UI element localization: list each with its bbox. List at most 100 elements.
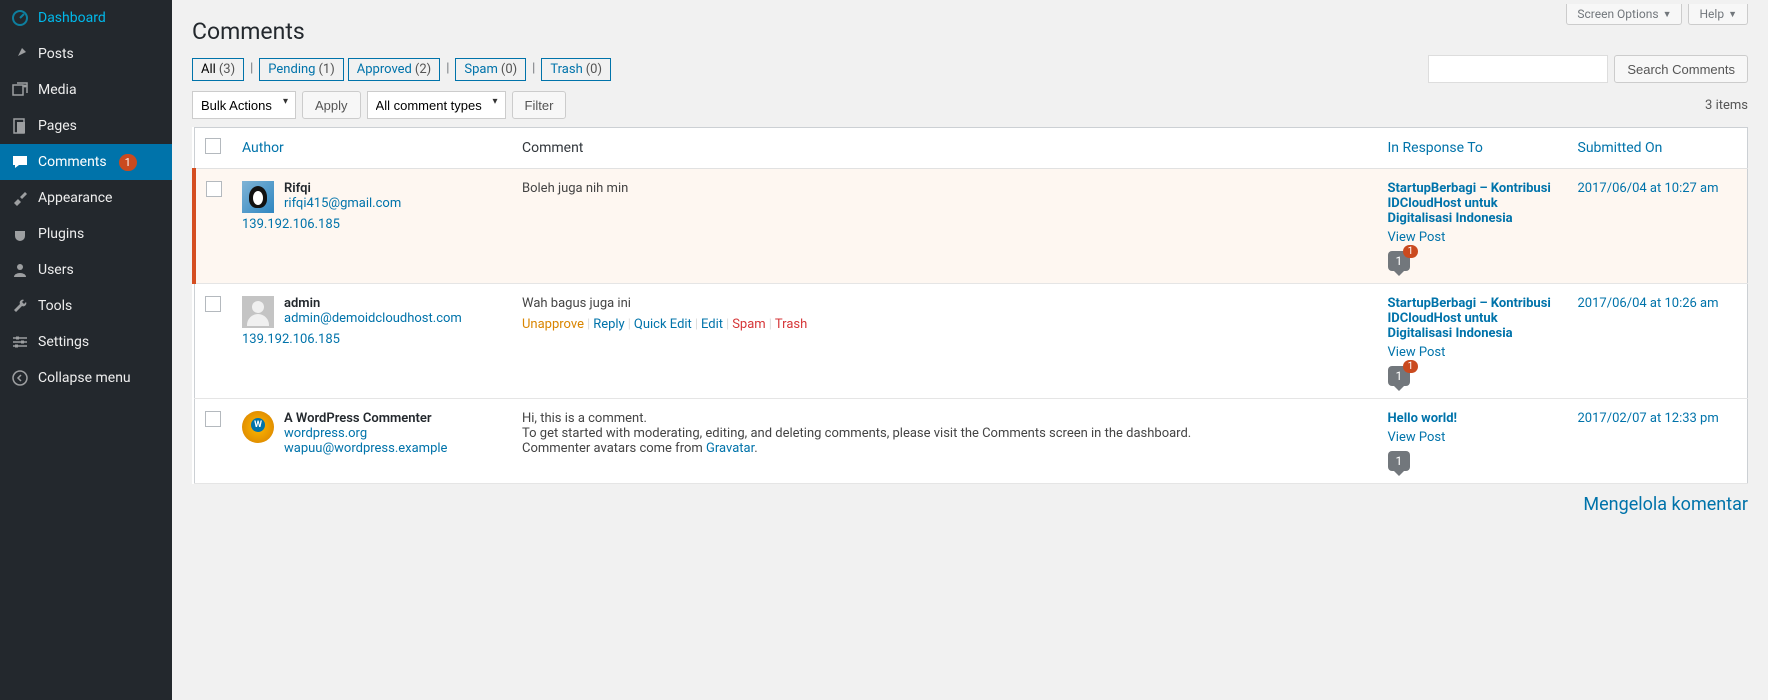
post-title-link[interactable]: StartupBerbagi – Kontribusi IDCloudHost … [1388, 181, 1551, 226]
sidebar-item-posts[interactable]: Posts [0, 36, 172, 72]
manage-comments-link[interactable]: Mengelola komentar [1583, 494, 1748, 515]
col-response[interactable]: In Response To [1388, 140, 1483, 156]
sidebar-item-label: Users [38, 262, 74, 278]
filter-count: (2) [415, 62, 431, 77]
filter-spam[interactable]: Spam (0) [455, 58, 526, 81]
avatar [242, 411, 274, 443]
chevron-down-icon: ▼ [1728, 9, 1737, 20]
dashboard-icon [10, 8, 30, 28]
row-checkbox[interactable] [205, 411, 221, 427]
submitted-date[interactable]: 2017/02/07 at 12:33 pm [1578, 411, 1719, 426]
author-url[interactable]: wordpress.org [284, 426, 447, 441]
gravatar-link[interactable]: Gravatar [706, 441, 754, 456]
bulk-actions-select[interactable]: Bulk Actions [192, 91, 296, 119]
apply-button[interactable]: Apply [302, 91, 361, 119]
status-filter: All (3) | Pending (1) Approved (2) | Spa… [192, 58, 611, 81]
sidebar-item-label: Posts [38, 46, 74, 62]
pending-count-badge: 1 [1403, 360, 1419, 373]
author-email[interactable]: admin@demoidcloudhost.com [284, 311, 462, 326]
post-title-link[interactable]: StartupBerbagi – Kontribusi IDCloudHost … [1388, 296, 1551, 341]
action-edit[interactable]: Edit [701, 317, 723, 332]
sidebar-item-plugins[interactable]: Plugins [0, 216, 172, 252]
author-name: A WordPress Commenter [284, 411, 432, 426]
sidebar-item-label: Settings [38, 334, 89, 350]
submitted-date[interactable]: 2017/06/04 at 10:26 am [1578, 296, 1719, 311]
help-tab[interactable]: Help ▼ [1688, 4, 1748, 25]
pin-icon [10, 44, 30, 64]
filter-pending[interactable]: Pending (1) [259, 58, 343, 81]
comment-count-bubble[interactable]: 11 [1388, 366, 1411, 386]
sidebar-item-dashboard[interactable]: Dashboard [0, 0, 172, 36]
submitted-date[interactable]: 2017/06/04 at 10:27 am [1578, 181, 1719, 196]
filter-label: Spam [464, 62, 498, 77]
plug-icon [10, 224, 30, 244]
brush-icon [10, 188, 30, 208]
col-comment: Comment [522, 140, 583, 156]
table-row: adminadmin@demoidcloudhost.com 139.192.10… [194, 284, 1748, 399]
sliders-icon [10, 332, 30, 352]
media-icon [10, 80, 30, 100]
row-checkbox[interactable] [206, 181, 222, 197]
comment-count-bubble[interactable]: 1 [1388, 451, 1411, 471]
avatar [242, 296, 274, 328]
table-row: A WordPress Commenterwordpress.orgwapuu@… [194, 399, 1748, 484]
author-ip[interactable]: 139.192.106.185 [242, 332, 502, 347]
admin-sidebar: Dashboard Posts Media Pages Comments 1 A… [0, 0, 172, 700]
sidebar-item-collapse[interactable]: Collapse menu [0, 360, 172, 396]
pages-icon [10, 116, 30, 136]
sidebar-item-settings[interactable]: Settings [0, 324, 172, 360]
sidebar-item-label: Collapse menu [38, 370, 131, 386]
author-email[interactable]: rifqi415@gmail.com [284, 196, 401, 211]
screen-options-tab[interactable]: Screen Options ▼ [1566, 4, 1682, 25]
search-input[interactable] [1428, 55, 1608, 83]
sidebar-item-media[interactable]: Media [0, 72, 172, 108]
action-spam[interactable]: Spam [732, 317, 766, 332]
author-ip[interactable]: 139.192.106.185 [242, 217, 502, 232]
filter-approved[interactable]: Approved (2) [348, 58, 440, 81]
view-post-link[interactable]: View Post [1388, 230, 1558, 245]
author-name: admin [284, 296, 320, 311]
author-email[interactable]: wapuu@wordpress.example [284, 441, 447, 456]
tab-label: Screen Options [1577, 7, 1658, 21]
view-post-link[interactable]: View Post [1388, 345, 1558, 360]
filter-count: (1) [318, 62, 334, 77]
view-post-link[interactable]: View Post [1388, 430, 1558, 445]
col-submitted[interactable]: Submitted On [1578, 140, 1663, 156]
comment-text: Hi, this is a comment.To get started wit… [522, 411, 1368, 456]
sidebar-item-comments[interactable]: Comments 1 [0, 144, 172, 180]
select-all-checkbox[interactable] [205, 138, 221, 154]
wrench-icon [10, 296, 30, 316]
action-unapprove[interactable]: Unapprove [522, 317, 584, 332]
action-reply[interactable]: Reply [593, 317, 625, 332]
action-trash[interactable]: Trash [775, 317, 807, 332]
filter-all[interactable]: All (3) [192, 58, 244, 81]
sidebar-item-label: Media [38, 82, 77, 98]
sidebar-item-users[interactable]: Users [0, 252, 172, 288]
comment-type-select[interactable]: All comment types [367, 91, 506, 119]
main-content: Screen Options ▼ Help ▼ Comments All (3)… [172, 0, 1768, 700]
filter-label: Pending [268, 62, 315, 77]
sidebar-item-label: Comments [38, 154, 107, 170]
pending-count-badge: 1 [1403, 245, 1419, 258]
sidebar-item-label: Plugins [38, 226, 84, 242]
page-title: Comments [192, 18, 1748, 45]
search-button[interactable]: Search Comments [1614, 55, 1748, 83]
comment-count-bubble[interactable]: 11 [1388, 251, 1411, 271]
sidebar-item-tools[interactable]: Tools [0, 288, 172, 324]
comments-table: Author Comment In Response To Submitted … [192, 127, 1748, 484]
row-checkbox[interactable] [205, 296, 221, 312]
action-quick-edit[interactable]: Quick Edit [634, 317, 692, 332]
author-name: Rifqi [284, 181, 311, 196]
sidebar-item-appearance[interactable]: Appearance [0, 180, 172, 216]
sidebar-item-pages[interactable]: Pages [0, 108, 172, 144]
row-actions: Unapprove|Reply|Quick Edit|Edit|Spam|Tra… [522, 317, 1368, 332]
filter-trash[interactable]: Trash (0) [541, 58, 611, 81]
filter-label: Trash [550, 62, 582, 77]
filter-label: All [201, 62, 216, 77]
post-title-link[interactable]: Hello world! [1388, 411, 1458, 426]
filter-count: (3) [219, 62, 235, 77]
filter-button[interactable]: Filter [512, 91, 567, 119]
filter-label: Approved [357, 62, 412, 77]
filter-count: (0) [586, 62, 602, 77]
col-author[interactable]: Author [242, 140, 284, 156]
